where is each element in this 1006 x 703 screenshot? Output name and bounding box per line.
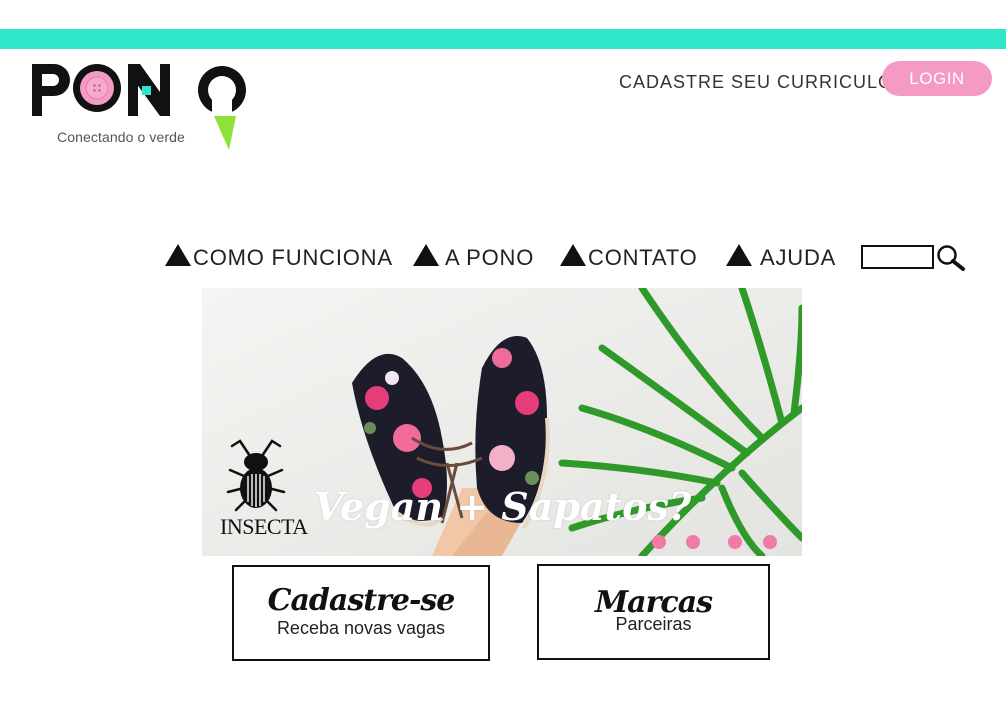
nav-label: CONTATO (588, 245, 698, 270)
carousel-dot-1[interactable] (652, 535, 666, 549)
banner-carousel[interactable]: INSECTA Vegan + Sapatos? (202, 288, 802, 556)
login-button[interactable]: LOGIN (882, 61, 992, 96)
pono-logo[interactable]: Conectando o verde (24, 58, 264, 153)
triangle-icon (165, 244, 191, 266)
beetle-icon (226, 439, 286, 512)
triangle-icon (413, 244, 439, 266)
carousel-dot-3[interactable] (728, 535, 742, 549)
top-accent-bar (0, 29, 1006, 49)
card-title: Cadastre-se (267, 583, 456, 618)
brands-card[interactable]: Marcas Parceiras (537, 564, 770, 660)
nav-item-a-pono[interactable]: A PONO (413, 244, 534, 272)
carousel-dot-4[interactable] (763, 535, 777, 549)
card-subtitle: Parceiras (615, 614, 692, 634)
carousel-dot-2[interactable] (686, 535, 700, 549)
insecta-brand-logo: INSECTA (220, 436, 308, 546)
carousel-dots (652, 535, 777, 549)
register-cv-link[interactable]: CADASTRE SEU CURRICULO (619, 72, 893, 93)
card-subtitle: Receba novas vagas (276, 618, 446, 638)
triangle-icon (560, 244, 586, 266)
nav-item-ajuda[interactable]: AJUDA (726, 244, 836, 272)
banner-headline: Vegan + Sapatos? (314, 484, 692, 529)
logo-tagline: Conectando o verde (57, 129, 185, 145)
nav-label: A PONO (445, 245, 535, 270)
nav-item-contato[interactable]: CONTATO (560, 244, 698, 272)
signup-card[interactable]: Cadastre-se Receba novas vagas (232, 565, 490, 661)
nav-label: COMO FUNCIONA (193, 245, 393, 270)
search-icon[interactable] (936, 244, 966, 272)
nav-item-como-funciona[interactable]: COMO FUNCIONA (165, 244, 393, 272)
banner-brand-name: INSECTA (220, 514, 308, 539)
nav-label: AJUDA (760, 245, 837, 270)
triangle-icon (726, 244, 752, 266)
search-input[interactable] (861, 245, 934, 269)
